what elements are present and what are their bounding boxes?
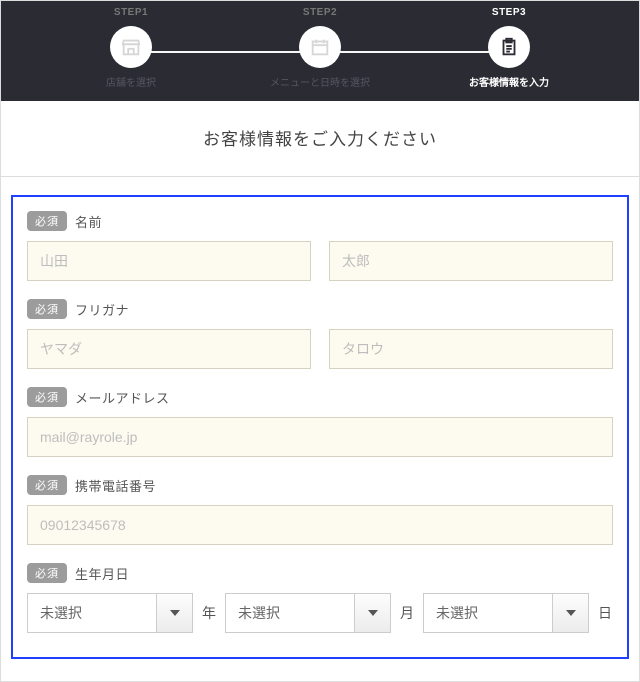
required-badge: 必須: [27, 387, 67, 407]
required-badge: 必須: [27, 299, 67, 319]
field-phone: 必須 携帯電話番号: [27, 475, 613, 545]
phone-input[interactable]: [27, 505, 613, 545]
dob-month-value: 未選択: [225, 593, 355, 633]
firstname-kana-input[interactable]: [329, 329, 613, 369]
dob-month-select[interactable]: 未選択: [225, 593, 391, 633]
field-kana-header: 必須 フリガナ: [27, 299, 613, 319]
required-badge: 必須: [27, 563, 67, 583]
step-2-bottom-label: メニューと日時を選択: [270, 74, 370, 89]
dob-day-dropdown-button[interactable]: [553, 593, 589, 633]
chevron-down-icon: [368, 610, 378, 616]
step-1-circle: [110, 26, 152, 68]
required-badge: 必須: [27, 475, 67, 495]
field-kana: 必須 フリガナ: [27, 299, 613, 369]
step-1: STEP1 店舗を選択: [71, 7, 191, 89]
firstname-input[interactable]: [329, 241, 613, 281]
field-dob: 必須 生年月日 未選択 年 未選択: [27, 563, 613, 633]
step-1-bottom-label: 店舗を選択: [106, 74, 156, 89]
field-email-header: 必須 メールアドレス: [27, 387, 613, 407]
chevron-down-icon: [566, 610, 576, 616]
field-phone-label: 携帯電話番号: [75, 476, 156, 495]
lastname-input[interactable]: [27, 241, 311, 281]
field-kana-label: フリガナ: [75, 300, 129, 319]
email-input[interactable]: [27, 417, 613, 457]
field-name-label: 名前: [75, 212, 102, 231]
card-title: お客様情報をご入力ください: [1, 125, 639, 150]
step-3: STEP3 お客様情報を入力: [449, 7, 569, 89]
store-icon: [120, 36, 142, 58]
month-unit: 月: [399, 603, 415, 623]
step-3-circle: [488, 26, 530, 68]
chevron-down-icon: [170, 610, 180, 616]
step-2-top-label: STEP2: [303, 7, 337, 18]
dob-month-dropdown-button[interactable]: [355, 593, 391, 633]
field-phone-header: 必須 携帯電話番号: [27, 475, 613, 495]
field-name: 必須 名前: [27, 211, 613, 281]
dob-day-value: 未選択: [423, 593, 553, 633]
field-email: 必須 メールアドレス: [27, 387, 613, 457]
clipboard-icon: [498, 36, 520, 58]
step-3-top-label: STEP3: [492, 7, 526, 18]
step-3-bottom-label: お客様情報を入力: [469, 74, 549, 89]
card-title-wrap: お客様情報をご入力ください: [1, 101, 639, 177]
step-2-circle: [299, 26, 341, 68]
field-name-header: 必須 名前: [27, 211, 613, 231]
required-badge: 必須: [27, 211, 67, 231]
year-unit: 年: [201, 603, 217, 623]
form-area: 必須 名前 必須 フリガナ: [11, 195, 629, 659]
form-card: お客様情報をご入力ください 必須 名前 必須 フリガナ: [1, 101, 639, 659]
calendar-icon: [309, 36, 331, 58]
stepper: STEP1 店舗を選択 STEP2: [1, 7, 639, 89]
step-2: STEP2 メニューと日時を選択: [260, 7, 380, 89]
field-dob-header: 必須 生年月日: [27, 563, 613, 583]
dob-year-select[interactable]: 未選択: [27, 593, 193, 633]
dob-day-select[interactable]: 未選択: [423, 593, 589, 633]
booking-form-screen: STEP1 店舗を選択 STEP2: [0, 0, 640, 682]
lastname-kana-input[interactable]: [27, 329, 311, 369]
dob-year-value: 未選択: [27, 593, 157, 633]
dob-year-dropdown-button[interactable]: [157, 593, 193, 633]
day-unit: 日: [597, 603, 613, 623]
step-1-top-label: STEP1: [114, 7, 148, 18]
field-email-label: メールアドレス: [75, 388, 170, 407]
field-dob-label: 生年月日: [75, 564, 129, 583]
stepper-header: STEP1 店舗を選択 STEP2: [1, 1, 639, 101]
